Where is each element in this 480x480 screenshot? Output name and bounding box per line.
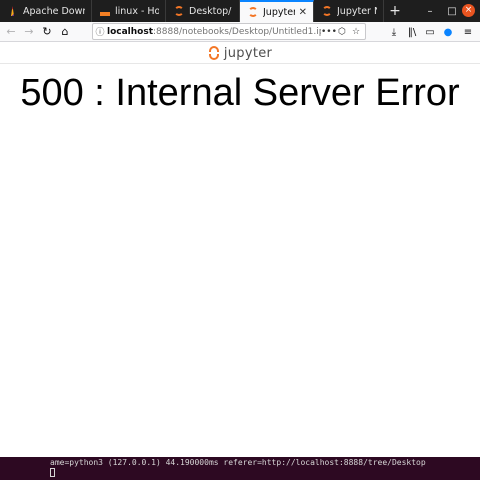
jupyter-icon — [248, 7, 258, 17]
hamburger-menu-icon[interactable]: ≡ — [460, 23, 476, 41]
pocket-icon[interactable]: ⬡ — [335, 27, 349, 37]
url-path: :8888/notebooks/Desktop/Untitled1.ipynb — [153, 26, 342, 37]
jupyter-logo[interactable]: jupyter — [208, 46, 272, 61]
terminal-cursor — [50, 468, 55, 477]
jupyter-wordmark: jupyter — [223, 45, 273, 61]
close-tab-icon[interactable]: ✕ — [299, 7, 307, 18]
new-tab-button[interactable]: + — [384, 0, 406, 22]
jupyter-icon — [322, 6, 332, 16]
page-actions-icon[interactable]: ••• — [321, 27, 337, 37]
jupyter-header: jupyter — [0, 43, 480, 64]
error-message: 500 : Internal Server Error — [20, 72, 460, 114]
apache-feather-icon — [11, 6, 14, 16]
jupyter-logo-icon — [208, 46, 220, 60]
tab-apache-download[interactable]: Apache Down — [0, 0, 92, 22]
stackexchange-icon — [100, 12, 110, 16]
tab-desktop[interactable]: Desktop/ — [166, 0, 240, 22]
home-icon[interactable]: ⌂ — [56, 23, 74, 41]
tab-label: Jupyter Notel — [337, 5, 377, 17]
library-icon[interactable]: ‖\ — [404, 23, 420, 41]
account-icon[interactable]: ● — [440, 23, 456, 41]
forward-icon[interactable]: → — [20, 23, 38, 41]
tab-label: Desktop/ — [189, 5, 232, 17]
minimize-button[interactable]: – — [420, 0, 440, 22]
terminal-output: ame=python3 (127.0.0.1) 44.190000ms refe… — [0, 457, 480, 480]
tab-jupyter-notebook[interactable]: Jupyter Notel — [314, 0, 384, 22]
sidebar-icon[interactable]: ▭ — [422, 23, 438, 41]
back-icon[interactable]: ← — [2, 23, 20, 41]
tab-strip: Apache Down linux - How ca Desktop/ Jupy… — [0, 0, 480, 22]
tab-label: linux - How ca — [115, 5, 159, 17]
terminal-log-line: ame=python3 (127.0.0.1) 44.190000ms refe… — [50, 458, 426, 467]
url-host: localhost — [107, 26, 154, 37]
tab-jupyter-notebook-active[interactable]: Jupyter Not ✕ — [240, 0, 314, 22]
tab-label: Jupyter Not — [263, 6, 295, 18]
url-actions: ••• ⬡ ☆ — [321, 24, 363, 39]
bookmark-star-icon[interactable]: ☆ — [349, 27, 363, 37]
jupyter-icon — [174, 6, 184, 16]
address-bar[interactable]: ⓘ localhost:8888/notebooks/Desktop/Untit… — [92, 23, 366, 40]
maximize-button[interactable]: □ — [442, 0, 462, 22]
download-icon[interactable]: ⤓ — [386, 23, 402, 41]
reload-icon[interactable]: ↻ — [38, 23, 56, 41]
tab-linux-question[interactable]: linux - How ca — [92, 0, 166, 22]
close-window-button[interactable]: × — [462, 4, 475, 17]
tab-label: Apache Down — [23, 5, 85, 17]
site-info-icon[interactable]: ⓘ — [93, 25, 107, 38]
